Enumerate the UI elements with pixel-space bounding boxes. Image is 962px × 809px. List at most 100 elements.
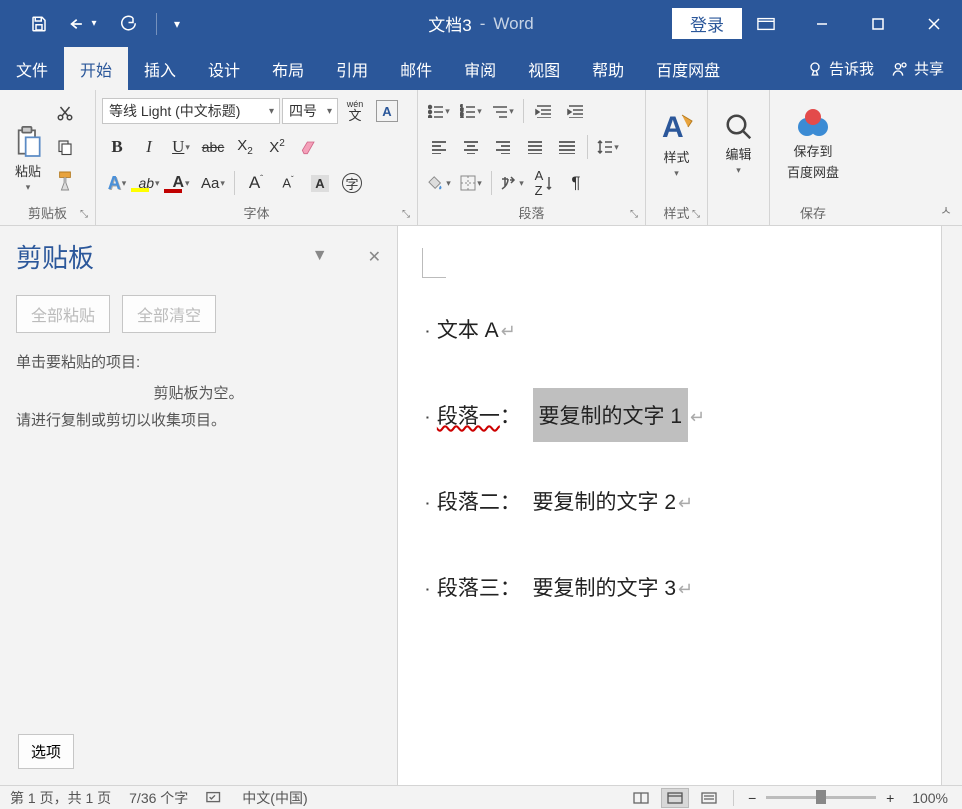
format-painter-icon[interactable] [50, 166, 80, 196]
minimize-icon[interactable] [794, 0, 850, 47]
tell-me-label: 告诉我 [829, 58, 874, 79]
change-case-icon[interactable]: Aa [198, 168, 228, 198]
tell-me-button[interactable]: 告诉我 [807, 58, 874, 79]
styles-button[interactable]: A 样式 ▾ [652, 94, 701, 194]
font-size-combo[interactable]: 四号 [282, 98, 338, 124]
sort-icon[interactable]: AZ [529, 168, 559, 198]
ribbon-mode-icon[interactable] [738, 0, 794, 47]
align-justify-icon[interactable] [520, 132, 550, 162]
decrease-indent-icon[interactable] [529, 96, 559, 126]
paragraph-3[interactable]: 段落二： 要复制的文字 2↵ [426, 486, 944, 516]
save-to-baidu-button[interactable]: 保存到 百度网盘 [776, 94, 850, 194]
bold-icon[interactable]: B [102, 132, 132, 162]
group-font: 等线 Light (中文标题) 四号 wén文 A B I U abc X2 X… [96, 90, 418, 225]
shrink-font-icon[interactable]: Aˇ [273, 168, 303, 198]
spell-check-icon[interactable] [206, 791, 224, 805]
login-button[interactable]: 登录 [672, 8, 742, 39]
undo-icon[interactable]: ▾ [62, 0, 104, 47]
paste-all-button[interactable]: 全部粘贴 [16, 295, 110, 333]
increase-indent-icon[interactable] [561, 96, 591, 126]
tab-layout[interactable]: 布局 [256, 47, 320, 90]
share-button[interactable]: 共享 [892, 58, 944, 79]
tab-baidu[interactable]: 百度网盘 [640, 47, 736, 90]
zoom-slider[interactable] [766, 796, 876, 799]
strikethrough-icon[interactable]: abc [198, 132, 228, 162]
line-spacing-icon[interactable] [593, 132, 623, 162]
paragraph-2[interactable]: 段落一： 要复制的文字 1↵ [426, 400, 944, 430]
asian-layout-icon[interactable] [497, 168, 527, 198]
styles-launcher-icon[interactable]: ⤡ [689, 207, 703, 221]
italic-icon[interactable]: I [134, 132, 164, 162]
copy-icon[interactable] [50, 132, 80, 162]
grow-font-icon[interactable]: Aˆ [241, 168, 271, 198]
tab-references[interactable]: 引用 [320, 47, 384, 90]
multilevel-list-icon[interactable] [488, 96, 518, 126]
tab-file[interactable]: 文件 [0, 47, 64, 90]
redo-icon[interactable] [106, 0, 148, 47]
group-editing: 编辑 ▾ [708, 90, 770, 225]
text-effects-icon[interactable]: A [102, 168, 132, 198]
save-baidu-label2: 百度网盘 [787, 162, 839, 181]
qat-customize-icon[interactable]: ▾ [165, 0, 189, 47]
group-save: 保存到 百度网盘 保存 [770, 90, 856, 225]
underline-icon[interactable]: U [166, 132, 196, 162]
clipboard-options-button[interactable]: 选项 [18, 734, 74, 769]
tab-mail[interactable]: 邮件 [384, 47, 448, 90]
show-marks-icon[interactable]: ¶ [561, 168, 591, 198]
page-corner-mark [422, 248, 446, 278]
highlight-icon[interactable]: ab [134, 168, 164, 198]
editing-button[interactable]: 编辑 ▾ [714, 94, 763, 194]
font-launcher-icon[interactable]: ⤡ [399, 207, 413, 221]
tab-review[interactable]: 审阅 [448, 47, 512, 90]
language-indicator[interactable]: 中文(中国) [242, 788, 307, 808]
word-count[interactable]: 7/36 个字 [129, 788, 188, 808]
bullet-list-icon[interactable] [424, 96, 454, 126]
pane-close-icon[interactable]: ✕ [368, 247, 381, 267]
tab-help[interactable]: 帮助 [576, 47, 640, 90]
font-family-combo[interactable]: 等线 Light (中文标题) [102, 98, 280, 124]
align-right-icon[interactable] [488, 132, 518, 162]
zoom-level[interactable]: 100% [912, 790, 948, 806]
tab-home[interactable]: 开始 [64, 47, 128, 90]
read-mode-icon[interactable] [627, 788, 655, 808]
cut-icon[interactable] [50, 98, 80, 128]
shading-icon[interactable] [424, 168, 454, 198]
align-distributed-icon[interactable] [552, 132, 582, 162]
pane-options-icon[interactable]: ▼ [312, 247, 328, 267]
separator [234, 171, 235, 195]
paragraph-launcher-icon[interactable]: ⤡ [627, 207, 641, 221]
print-layout-icon[interactable] [661, 788, 689, 808]
number-list-icon[interactable]: 123 [456, 96, 486, 126]
document-area[interactable]: 文本 A↵ 段落一： 要复制的文字 1↵ 段落二： 要复制的文字 2↵ 段落三：… [398, 226, 962, 785]
collapse-ribbon-icon[interactable]: ㅅ [940, 200, 952, 219]
superscript-icon[interactable]: X2 [262, 132, 292, 162]
phonetic-guide-icon[interactable]: wén文 [340, 96, 370, 126]
align-left-icon[interactable] [424, 132, 454, 162]
tab-design[interactable]: 设计 [192, 47, 256, 90]
tab-insert[interactable]: 插入 [128, 47, 192, 90]
tab-view[interactable]: 视图 [512, 47, 576, 90]
borders-icon[interactable] [456, 168, 486, 198]
clipboard-click-hint: 单击要粘贴的项目: [16, 351, 381, 372]
web-layout-icon[interactable] [695, 788, 723, 808]
close-icon[interactable] [906, 0, 962, 47]
clear-formatting-icon[interactable] [294, 132, 324, 162]
paragraph-1[interactable]: 文本 A↵ [426, 314, 944, 344]
selected-text[interactable]: 要复制的文字 1 [533, 388, 689, 442]
clear-all-button[interactable]: 全部清空 [122, 295, 216, 333]
font-color-icon[interactable]: A [166, 168, 196, 198]
zoom-thumb[interactable] [816, 790, 826, 804]
save-icon[interactable] [18, 0, 60, 47]
character-shading-icon[interactable]: A [305, 168, 335, 198]
page-indicator[interactable]: 第 1 页，共 1 页 [10, 788, 111, 808]
enclose-characters-icon[interactable]: 字 [337, 168, 367, 198]
zoom-in-icon[interactable]: + [882, 790, 898, 806]
paragraph-4[interactable]: 段落三： 要复制的文字 3↵ [426, 572, 944, 602]
clipboard-launcher-icon[interactable]: ⤡ [77, 207, 91, 221]
subscript-icon[interactable]: X2 [230, 132, 260, 162]
group-paragraph: 123 AZ ¶ [418, 90, 646, 225]
maximize-icon[interactable] [850, 0, 906, 47]
character-border-icon[interactable]: A [372, 96, 402, 126]
align-center-icon[interactable] [456, 132, 486, 162]
zoom-out-icon[interactable]: − [744, 790, 760, 806]
